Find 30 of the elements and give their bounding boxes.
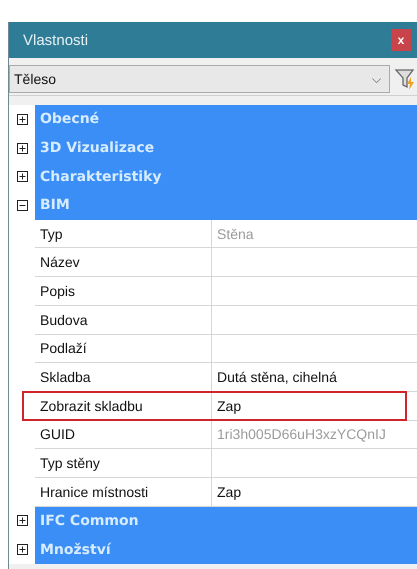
- property-value[interactable]: Stěna: [212, 220, 417, 248]
- object-type-dropdown[interactable]: Těleso ⌵: [9, 65, 390, 93]
- property-name: Budova: [35, 306, 212, 334]
- window-title: Vlastnosti: [23, 32, 88, 48]
- expand-icon[interactable]: [16, 171, 28, 182]
- category-header[interactable]: Charakteristiky: [35, 162, 417, 192]
- property-value[interactable]: Zap: [212, 392, 417, 421]
- category-header[interactable]: Obecné: [35, 105, 417, 134]
- dropdown-caret[interactable]: ⌵: [372, 72, 381, 86]
- property-value[interactable]: 1ri3h005D66uH3xzYCQnIJ: [212, 420, 417, 450]
- property-name: Název: [35, 248, 212, 278]
- collapse-icon[interactable]: [16, 200, 28, 211]
- category-header[interactable]: IFC Common: [35, 506, 417, 536]
- category-header[interactable]: Množství: [35, 535, 417, 564]
- category-header[interactable]: BIM: [35, 191, 417, 220]
- expand-icon[interactable]: [16, 544, 28, 556]
- property-name: Typ stěny: [35, 449, 212, 478]
- expand-icon[interactable]: [16, 114, 28, 125]
- property-name: Podlaží: [35, 334, 212, 364]
- property-value[interactable]: Dutá stěna, cihelná: [212, 363, 417, 392]
- expand-icon[interactable]: [16, 515, 28, 526]
- property-name: Typ: [35, 220, 212, 248]
- property-name: Popis: [35, 277, 212, 306]
- filter-icon[interactable]: [394, 67, 417, 91]
- close-button[interactable]: x: [391, 29, 411, 51]
- category-header[interactable]: 3D Vizualizace: [35, 134, 417, 162]
- property-name: Zobrazit skladbu: [35, 392, 212, 421]
- expand-icon[interactable]: [16, 142, 28, 154]
- property-name: Skladba: [35, 363, 212, 392]
- property-name: GUID: [35, 420, 212, 450]
